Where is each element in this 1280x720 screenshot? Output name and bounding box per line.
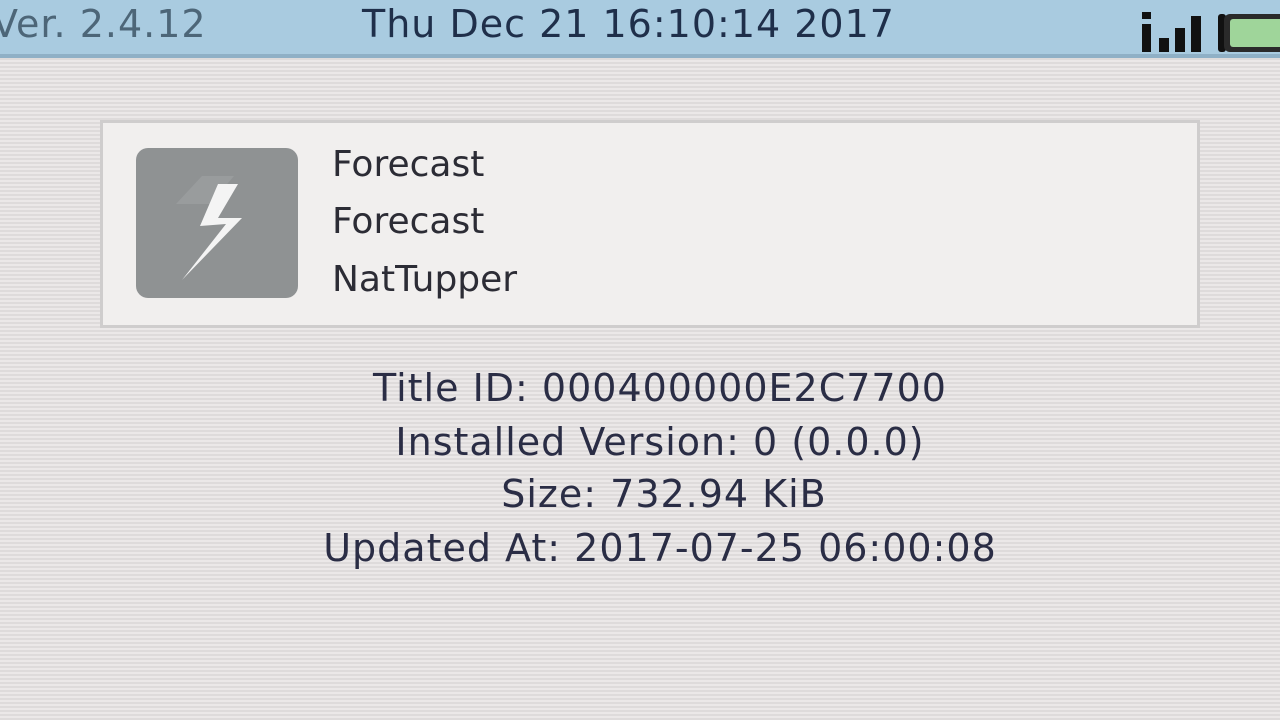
- version-label: Ver. 2.4.12: [0, 2, 207, 46]
- title-name: Forecast: [332, 144, 485, 185]
- status-bar: Ver. 2.4.12 Thu Dec 21 16:10:14 2017: [0, 0, 1280, 58]
- signal-strength-icon: [1142, 12, 1201, 52]
- title-size: Size: 732.94 KiB: [501, 472, 827, 516]
- datetime-label: Thu Dec 21 16:10:14 2017: [362, 2, 895, 46]
- title-id: Title ID: 000400000E2C7700: [373, 366, 947, 410]
- installed-version: Installed Version: 0 (0.0.0): [395, 420, 925, 464]
- title-short-name: Forecast: [332, 201, 485, 242]
- publisher-name: NatTupper: [332, 259, 518, 300]
- updated-at: Updated At: 2017-07-25 06:00:08: [323, 526, 997, 570]
- battery-icon: [1218, 14, 1280, 52]
- lightning-bolt-icon: [136, 148, 298, 298]
